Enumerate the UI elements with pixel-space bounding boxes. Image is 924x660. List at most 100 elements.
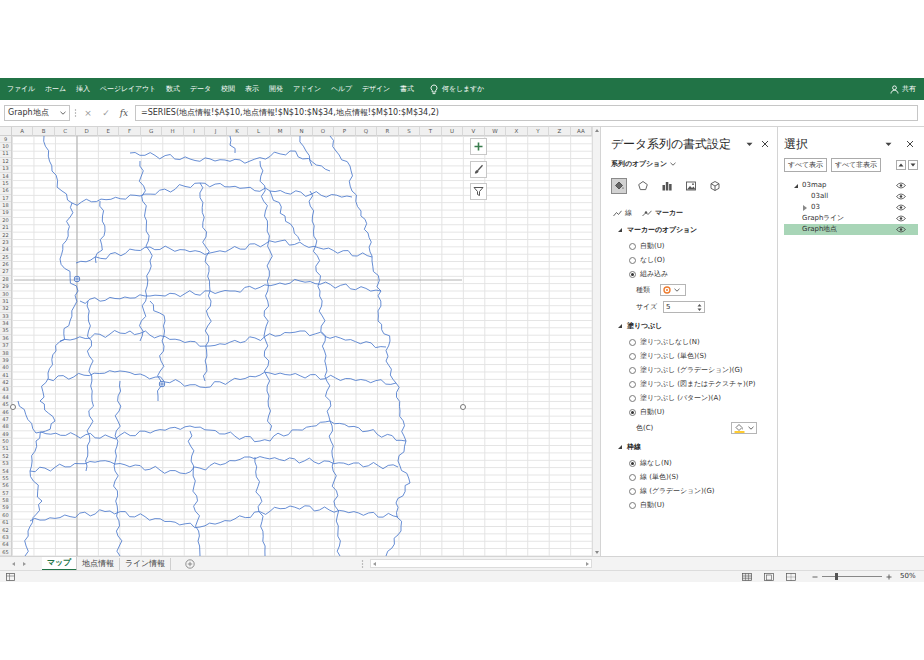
- radio-option[interactable]: 塗りつぶしなし(N): [611, 335, 769, 349]
- column-header[interactable]: A: [12, 127, 33, 136]
- column-header[interactable]: J: [205, 127, 226, 136]
- ribbon-tab[interactable]: データ: [190, 83, 211, 96]
- radio-button[interactable]: [629, 409, 636, 416]
- chart-styles-icon[interactable]: [473, 164, 484, 175]
- column-header[interactable]: X: [506, 127, 527, 136]
- page-layout-icon[interactable]: [764, 573, 774, 581]
- row-header[interactable]: 29: [0, 284, 11, 291]
- resize-handle[interactable]: [10, 404, 16, 410]
- radio-button[interactable]: [629, 474, 636, 481]
- ribbon-tab[interactable]: 数式: [166, 83, 180, 96]
- row-header[interactable]: 13: [0, 166, 11, 173]
- row-header[interactable]: 44: [0, 394, 11, 401]
- row-header[interactable]: 33: [0, 313, 11, 320]
- column-header[interactable]: N: [291, 127, 312, 136]
- row-header[interactable]: 56: [0, 483, 11, 490]
- zoom-slider-thumb[interactable]: [835, 573, 838, 580]
- row-header[interactable]: 37: [0, 343, 11, 350]
- size-spinbox[interactable]: 5: [663, 301, 705, 313]
- zoom-slider[interactable]: [822, 576, 882, 577]
- row-header[interactable]: 25: [0, 254, 11, 261]
- column-header[interactable]: Y: [528, 127, 549, 136]
- radio-option[interactable]: なし(O): [611, 253, 769, 267]
- radio-option[interactable]: 塗りつぶし (グラデーション)(G): [611, 363, 769, 377]
- section-header[interactable]: マーカーのオプション: [611, 224, 769, 236]
- radio-option[interactable]: 塗りつぶし (パターン)(A): [611, 391, 769, 405]
- tree-item[interactable]: 03: [784, 202, 918, 213]
- row-header[interactable]: 38: [0, 350, 11, 357]
- zoom-level[interactable]: 50%: [900, 572, 918, 580]
- sheet-tab[interactable]: ライン情報: [120, 558, 171, 570]
- row-header[interactable]: 43: [0, 387, 11, 394]
- row-header[interactable]: 11: [0, 151, 11, 158]
- column-header[interactable]: D: [76, 127, 97, 136]
- share-button[interactable]: 共有: [890, 85, 916, 94]
- column-header[interactable]: W: [485, 127, 506, 136]
- section-header[interactable]: 枠線: [611, 441, 769, 453]
- color-picker-button[interactable]: [731, 422, 757, 434]
- row-header[interactable]: 26: [0, 261, 11, 268]
- radio-option[interactable]: 線なし(N): [611, 456, 769, 470]
- row-header[interactable]: 53: [0, 461, 11, 468]
- row-header[interactable]: 27: [0, 269, 11, 276]
- sheet-tab[interactable]: 地点情報: [77, 558, 120, 570]
- column-header[interactable]: O: [313, 127, 334, 136]
- row-header[interactable]: 35: [0, 328, 11, 335]
- radio-button[interactable]: [629, 460, 636, 467]
- category-tab[interactable]: [683, 178, 699, 194]
- chart-elements-icon[interactable]: [473, 141, 484, 152]
- expand-arrow-icon[interactable]: [803, 205, 807, 211]
- column-header[interactable]: U: [442, 127, 463, 136]
- row-header[interactable]: 46: [0, 409, 11, 416]
- normal-view-icon[interactable]: [742, 573, 752, 581]
- row-header[interactable]: 30: [0, 291, 11, 298]
- sub-tab[interactable]: マーカー: [642, 207, 683, 219]
- ribbon-tab[interactable]: ページレイアウト: [100, 83, 156, 96]
- scroll-left-icon[interactable]: [373, 562, 376, 566]
- row-header[interactable]: 47: [0, 416, 11, 423]
- column-header[interactable]: T: [420, 127, 441, 136]
- send-backward-button[interactable]: [908, 160, 918, 170]
- category-tab[interactable]: [635, 178, 651, 194]
- ribbon-tab[interactable]: 開発: [269, 83, 283, 96]
- column-header[interactable]: Q: [356, 127, 377, 136]
- row-header[interactable]: 54: [0, 468, 11, 475]
- radio-button[interactable]: [629, 488, 636, 495]
- column-header[interactable]: I: [184, 127, 205, 136]
- row-header[interactable]: 24: [0, 247, 11, 254]
- row-header[interactable]: 42: [0, 379, 11, 386]
- tree-item[interactable]: 03all: [784, 191, 918, 202]
- radio-button[interactable]: [629, 257, 636, 264]
- eye-icon[interactable]: [896, 182, 906, 189]
- row-header[interactable]: 19: [0, 210, 11, 217]
- row-header[interactable]: 63: [0, 534, 11, 541]
- tell-me-search[interactable]: 何をしますか: [430, 84, 484, 95]
- row-header[interactable]: 10: [0, 143, 11, 150]
- expand-arrow-icon[interactable]: [794, 184, 798, 188]
- row-header[interactable]: 21: [0, 225, 11, 232]
- row-header[interactable]: 48: [0, 424, 11, 431]
- row-header[interactable]: 34: [0, 320, 11, 327]
- insert-function-button[interactable]: fx: [117, 108, 131, 119]
- category-tab[interactable]: [611, 178, 627, 194]
- row-header[interactable]: 64: [0, 542, 11, 549]
- row-header[interactable]: 55: [0, 475, 11, 482]
- ribbon-tab[interactable]: 表示: [245, 83, 259, 96]
- radio-button[interactable]: [629, 395, 636, 402]
- tree-item[interactable]: 03map: [784, 180, 918, 191]
- radio-button[interactable]: [629, 271, 636, 278]
- series-options-dropdown[interactable]: 系列のオプション: [611, 158, 769, 170]
- column-header[interactable]: B: [33, 127, 54, 136]
- row-header[interactable]: 51: [0, 446, 11, 453]
- row-header[interactable]: 28: [0, 276, 11, 283]
- row-header[interactable]: 39: [0, 357, 11, 364]
- pane-menu-icon[interactable]: [885, 142, 892, 147]
- row-header[interactable]: 15: [0, 180, 11, 187]
- row-header[interactable]: 18: [0, 202, 11, 209]
- column-header[interactable]: E: [98, 127, 119, 136]
- pane-menu-icon[interactable]: [746, 142, 753, 147]
- radio-option[interactable]: 自動(U): [611, 498, 769, 512]
- row-header[interactable]: 36: [0, 335, 11, 342]
- row-header[interactable]: 22: [0, 232, 11, 239]
- sub-tab[interactable]: 線: [613, 207, 632, 219]
